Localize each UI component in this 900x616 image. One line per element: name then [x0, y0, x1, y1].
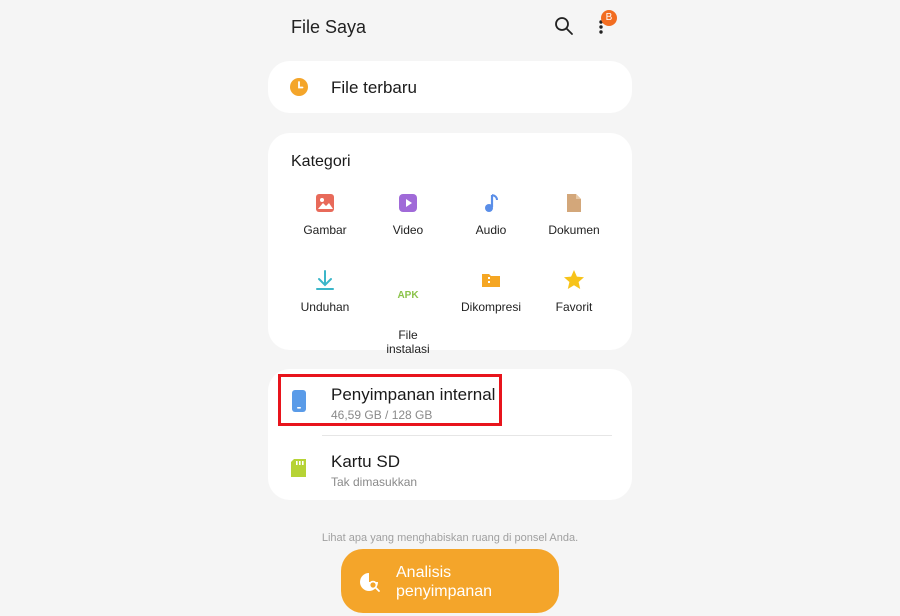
highlight-box: [278, 374, 502, 426]
category-audio[interactable]: Audio: [449, 191, 533, 237]
category-label: Dokumen: [548, 223, 600, 237]
category-favorites[interactable]: Favorit: [532, 268, 616, 314]
download-icon: [316, 270, 334, 290]
storage-hint: Lihat apa yang menghabiskan ruang di pon…: [321, 532, 579, 544]
category-install-files[interactable]: APK File instalasi: [366, 268, 450, 356]
recent-files-label: File terbaru: [331, 78, 417, 97]
analyze-storage-label: Analisis penyimpanan: [396, 563, 492, 601]
top-bar: File Saya B: [268, 0, 632, 56]
audio-icon: [485, 194, 498, 212]
my-files-screen: File Saya B File terbaru Kategori Gambar: [268, 0, 632, 616]
category-images[interactable]: Gambar: [283, 191, 367, 237]
apk-icon: APK: [397, 290, 419, 301]
image-icon: [316, 194, 334, 212]
notification-badge: B: [601, 10, 617, 26]
category-label: Favorit: [555, 300, 593, 314]
page-title: File Saya: [291, 17, 367, 37]
category-video[interactable]: Video: [366, 191, 450, 237]
category-compressed[interactable]: Dikompresi: [449, 268, 533, 314]
zip-folder-icon: [482, 274, 500, 287]
analyze-storage-button[interactable]: Analisis penyimpanan: [341, 549, 559, 613]
category-label: Gambar: [303, 223, 347, 237]
apk-glyph: APK: [397, 290, 419, 301]
document-icon: [567, 194, 581, 212]
categories-heading: Kategori: [291, 153, 351, 170]
clock-icon: [290, 78, 308, 96]
category-label: Audio: [475, 223, 507, 237]
category-label: Unduhan: [300, 300, 350, 314]
sd-card-row[interactable]: Kartu SD Tak dimasukkan: [268, 436, 632, 500]
category-downloads[interactable]: Unduhan: [283, 268, 367, 314]
video-icon: [399, 194, 417, 212]
analyze-label-line1: Analisis: [396, 564, 452, 581]
sd-card-icon: [291, 459, 306, 477]
star-icon: [564, 270, 584, 289]
sd-card-name: Kartu SD: [331, 452, 400, 471]
recent-files-card[interactable]: File terbaru: [268, 61, 632, 113]
category-label: File instalasi: [386, 328, 430, 356]
analyze-storage-icon: [360, 573, 380, 592]
categories-card: Kategori Gambar Video Audio Dokumen Undu…: [268, 133, 632, 356]
analyze-label-line2: penyimpanan: [396, 583, 493, 600]
category-label: Dikompresi: [460, 300, 521, 314]
category-label: Video: [392, 223, 424, 237]
search-icon[interactable]: [554, 16, 574, 36]
category-documents[interactable]: Dokumen: [532, 191, 616, 237]
sd-card-status: Tak dimasukkan: [331, 475, 418, 489]
